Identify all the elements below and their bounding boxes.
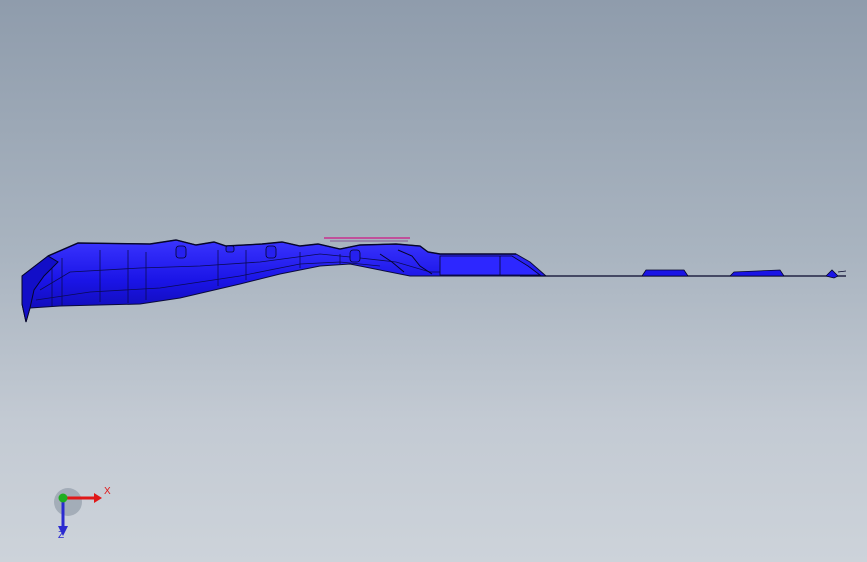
part-tab-2	[729, 269, 785, 277]
x-axis-label: X	[104, 486, 111, 497]
part-tab-3	[825, 269, 839, 279]
part-tab-1	[641, 269, 689, 277]
y-axis-origin	[58, 493, 68, 503]
z-axis-label: Z	[58, 530, 65, 541]
reference-triad: X Y Z	[48, 484, 118, 544]
graphics-viewport[interactable]: X Y Z	[0, 0, 867, 562]
part-body	[21, 239, 548, 323]
part-model[interactable]	[0, 0, 867, 562]
